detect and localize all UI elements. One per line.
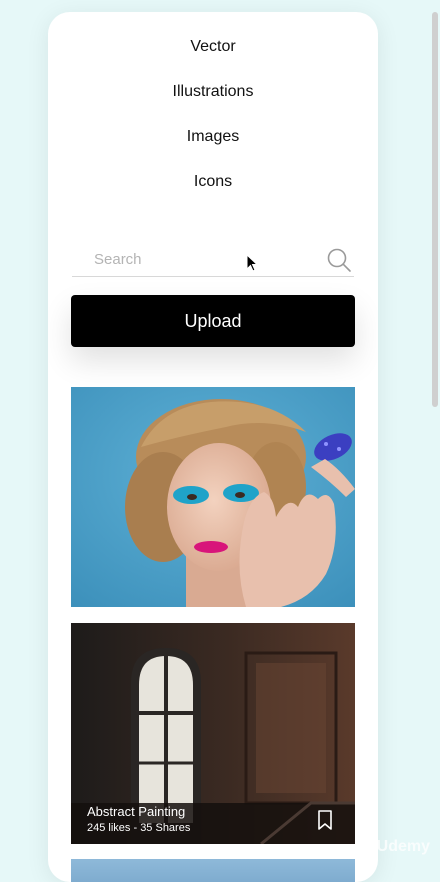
image-card[interactable]: Abstract Painting 245 likes - 35 Shares xyxy=(71,623,355,844)
image-card[interactable] xyxy=(71,387,355,607)
search-icon[interactable] xyxy=(326,247,352,273)
portrait-photo xyxy=(71,387,355,607)
mouse-cursor-icon xyxy=(246,254,258,272)
scrollbar-thumb[interactable] xyxy=(432,12,438,407)
watermark-logo: Udemy xyxy=(376,838,430,855)
bookmark-icon[interactable] xyxy=(317,810,333,830)
menu-item-vector[interactable]: Vector xyxy=(48,38,378,56)
menu-item-icons[interactable]: Icons xyxy=(48,173,378,191)
search-bar xyxy=(72,244,354,277)
phone-frame: Vector Illustrations Images Icons Upload xyxy=(48,12,378,882)
card-title: Abstract Painting xyxy=(87,804,186,819)
menu-item-illustrations[interactable]: Illustrations xyxy=(48,83,378,101)
image-card[interactable] xyxy=(71,859,355,882)
search-input[interactable] xyxy=(72,244,334,274)
card-stats: 245 likes - 35 Shares xyxy=(87,822,191,834)
card-caption: Abstract Painting 245 likes - 35 Shares xyxy=(87,804,190,834)
menu-item-images[interactable]: Images xyxy=(48,128,378,146)
upload-button[interactable]: Upload xyxy=(71,295,355,347)
